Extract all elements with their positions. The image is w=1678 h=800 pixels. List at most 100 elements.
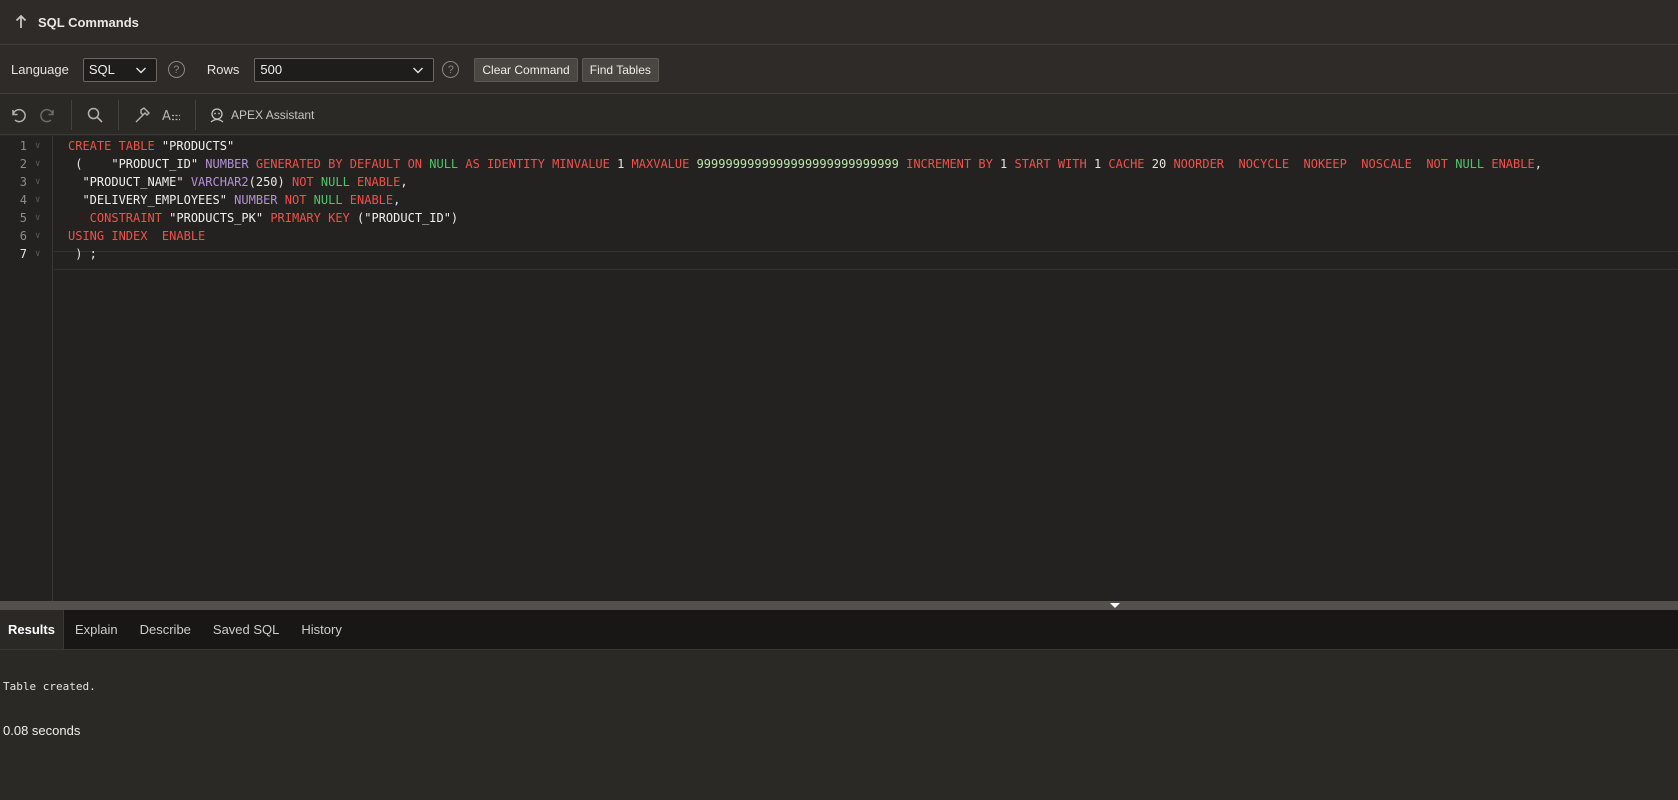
- language-value: SQL: [88, 62, 115, 77]
- code-token: "PRODUCT_NAME": [68, 175, 191, 189]
- find-tables-button[interactable]: Find Tables: [581, 57, 659, 82]
- rows-value: 500: [260, 62, 283, 77]
- code-token: CONSTRAINT: [68, 211, 170, 225]
- code-token: USING INDEX ENABLE: [68, 229, 206, 243]
- code-token: ,: [1534, 157, 1542, 171]
- code-line: ) ;: [68, 245, 97, 264]
- code-token: ) ;: [68, 247, 97, 261]
- code-token: ("PRODUCT_ID"): [357, 211, 459, 225]
- code-token: 9999999999999999999999999999: [696, 157, 907, 171]
- rows-help-icon[interactable]: ?: [442, 61, 460, 78]
- format-icon[interactable]: A: [157, 101, 187, 129]
- code-line: CREATE TABLE "PRODUCTS": [68, 137, 234, 156]
- language-label: Language: [11, 62, 69, 77]
- code-token: NOT: [291, 175, 321, 189]
- page-title: SQL Commands: [38, 14, 139, 30]
- output-tabs: Results Explain Describe Saved SQL Histo…: [0, 610, 1678, 650]
- toolbar-divider: [71, 99, 72, 130]
- line-number: 7: [19, 247, 27, 261]
- search-icon[interactable]: [80, 101, 110, 129]
- arrow-up-icon[interactable]: [14, 14, 28, 30]
- current-line-highlight: [54, 251, 1678, 270]
- chevron-down-icon: [413, 67, 424, 73]
- toolbar-divider: [118, 99, 119, 130]
- code-line: "PRODUCT_NAME" VARCHAR2(250) NOT NULL EN…: [68, 173, 408, 192]
- apex-assistant-label: APEX Assistant: [231, 107, 315, 122]
- line-number: 3: [19, 175, 27, 189]
- code-token: AS IDENTITY MINVALUE: [465, 157, 618, 171]
- fold-marker-icon[interactable]: ∨: [35, 173, 45, 192]
- rows-label: Rows: [206, 62, 240, 77]
- chevron-down-icon: [135, 67, 146, 73]
- code-token: VARCHAR2: [190, 175, 249, 189]
- line-number: 5: [19, 211, 27, 225]
- code-token: MAXVALUE: [631, 157, 697, 171]
- code-token: 20: [1151, 157, 1174, 171]
- code-token: ,: [400, 175, 408, 189]
- tab-explain[interactable]: Explain: [64, 610, 129, 649]
- fold-marker-icon[interactable]: ∨: [35, 191, 45, 210]
- language-help-icon[interactable]: ?: [167, 61, 185, 78]
- code-token: NOT: [284, 193, 314, 207]
- tab-describe[interactable]: Describe: [129, 610, 202, 649]
- code-line: ( "PRODUCT_ID" NUMBER GENERATED BY DEFAU…: [68, 155, 1542, 174]
- code-token: (: [68, 157, 112, 171]
- code-token: 1: [1000, 157, 1015, 171]
- clear-command-button[interactable]: Clear Command: [474, 57, 578, 82]
- results-panel: Table created. 0.08 seconds: [0, 651, 1678, 800]
- code-token: CREATE TABLE: [68, 139, 162, 153]
- code-token: NUMBER: [234, 193, 285, 207]
- code-token: CACHE: [1108, 157, 1152, 171]
- tab-history[interactable]: History: [290, 610, 352, 649]
- code-line: USING INDEX ENABLE: [68, 227, 205, 246]
- toolbar-divider: [195, 99, 196, 130]
- code-token: "PRODUCT_ID": [111, 157, 206, 171]
- hammer-icon[interactable]: [127, 101, 157, 129]
- collapse-arrow-icon[interactable]: [1110, 603, 1120, 608]
- code-token: (250): [248, 175, 292, 189]
- code-token: NOORDER NOCYCLE NOKEEP NOSCALE NOT: [1173, 157, 1456, 171]
- code-token: NULL: [1455, 157, 1492, 171]
- editor-toolbar: A APEX Assistant: [0, 95, 1678, 135]
- line-number: 2: [19, 157, 27, 171]
- fold-marker-icon[interactable]: ∨: [35, 227, 45, 246]
- code-token: ENABLE: [349, 193, 394, 207]
- assistant-icon: [210, 107, 224, 123]
- line-number-gutter: 1 ∨ 2 ∨ 3 ∨ 4 ∨ 5 ∨ 6 ∨ 7 ∨: [0, 136, 53, 601]
- code-token: NUMBER: [205, 157, 256, 171]
- region-header: SQL Commands: [0, 0, 1678, 45]
- code-token: ENABLE: [357, 175, 401, 189]
- fold-marker-icon[interactable]: ∨: [35, 155, 45, 174]
- code-token: NULL: [320, 175, 358, 189]
- sql-code-editor[interactable]: 1 ∨ 2 ∨ 3 ∨ 4 ∨ 5 ∨ 6 ∨ 7 ∨ CREATE TABLE "PRODUCTS" (…: [0, 136, 1678, 601]
- panel-splitter[interactable]: [0, 601, 1678, 610]
- redo-icon[interactable]: [33, 101, 63, 129]
- code-token: INCREMENT BY: [906, 157, 1001, 171]
- result-message: Table created.: [3, 680, 96, 693]
- code-token: ENABLE: [1491, 157, 1535, 171]
- tab-results[interactable]: Results: [0, 610, 64, 649]
- undo-icon[interactable]: [3, 101, 33, 129]
- tab-saved-sql[interactable]: Saved SQL: [202, 610, 291, 649]
- rows-select[interactable]: 500: [254, 57, 435, 82]
- code-token: GENERATED BY DEFAULT ON: [255, 157, 430, 171]
- code-token: "PRODUCTS_PK": [169, 211, 271, 225]
- fold-marker-icon[interactable]: ∨: [35, 245, 45, 264]
- line-number: 6: [19, 229, 27, 243]
- apex-assistant-button[interactable]: APEX Assistant: [208, 106, 314, 124]
- fold-marker-icon[interactable]: ∨: [35, 137, 45, 156]
- language-select[interactable]: SQL: [82, 57, 157, 82]
- execution-time: 0.08 seconds: [3, 723, 81, 738]
- command-options-bar: Language SQL ? Rows 500 ? Clear Command …: [0, 46, 1678, 94]
- line-number: 4: [19, 193, 27, 207]
- code-line: "DELIVERY_EMPLOYEES" NUMBER NOT NULL ENA…: [68, 191, 400, 210]
- code-token: 1: [617, 157, 632, 171]
- svg-text:A: A: [162, 109, 171, 124]
- fold-marker-icon[interactable]: ∨: [35, 209, 45, 228]
- line-number: 1: [19, 139, 27, 153]
- code-token: START WITH: [1014, 157, 1094, 171]
- code-token: NULL: [429, 157, 466, 171]
- code-token: ,: [393, 193, 401, 207]
- code-token: PRIMARY KEY: [270, 211, 358, 225]
- code-token: NULL: [313, 193, 350, 207]
